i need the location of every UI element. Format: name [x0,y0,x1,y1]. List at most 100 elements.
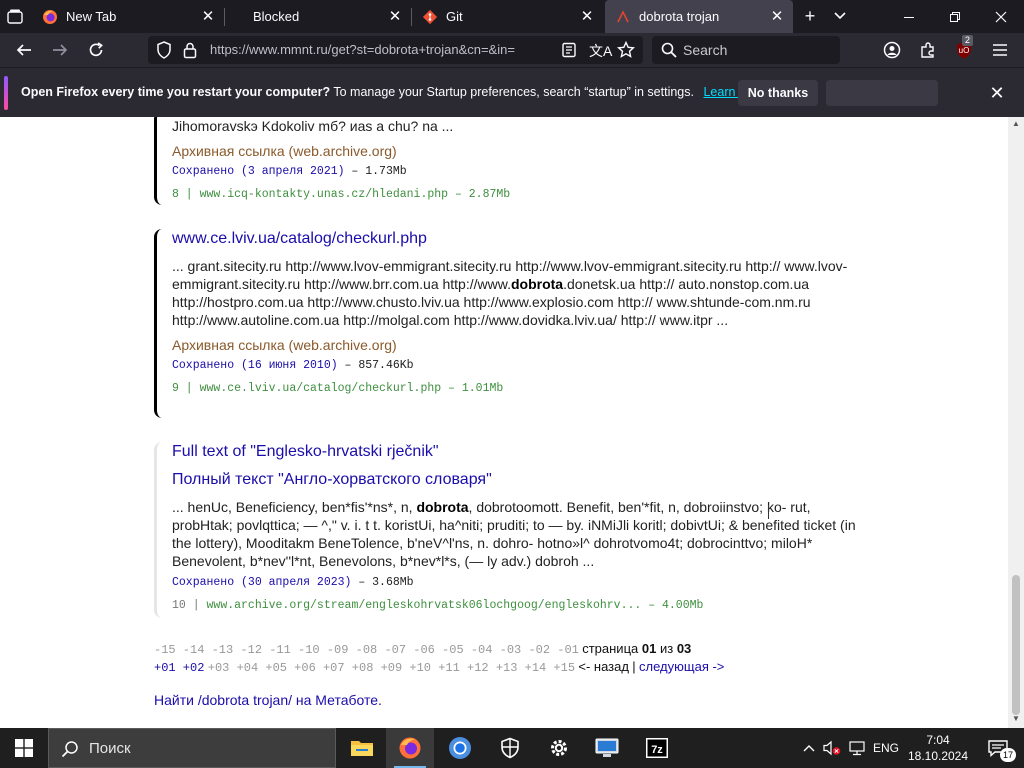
result-url-size: – 2.87Mb [448,188,511,201]
pager-next-far-pages[interactable]: +03 +04 +05 +06 +07 +08 +09 +10 +11 +12 … [208,661,575,675]
network-icon[interactable] [845,728,869,768]
account-icon[interactable] [880,38,904,62]
search-result: www.ce.lviv.ua/catalog/checkurl.php ... … [154,229,864,418]
forward-arrow-icon[interactable] [48,38,72,62]
close-icon[interactable]: ✕ [200,9,216,24]
result-snippet: ... grant.sitecity.ru http://www.lvov-em… [172,258,848,328]
ublock-origin-icon[interactable]: uO 2 [952,35,976,62]
highlight: dobrota [510,276,564,292]
archive-link[interactable]: Архивная ссылка (web.archive.org) [172,141,864,161]
pager-next-link[interactable]: следующая -> [639,659,724,674]
speaker-muted-icon[interactable] [820,728,844,768]
pager-label: страница 01 из 03 [582,641,692,656]
notification-accent [4,76,8,110]
saved-copy-link[interactable]: Сохранено (30 апреля 2023) [172,576,351,589]
result-url-link[interactable]: www.ce.lviv.ua/catalog/checkurl.php [200,382,442,395]
scroll-up-arrow-icon[interactable]: ▲ [1008,119,1024,128]
text-cursor-icon [768,505,770,519]
tracking-protection-shield-icon[interactable] [156,41,172,64]
url-text[interactable]: https://www.mmnt.ru/get?st=dobrota+troja… [210,42,556,57]
menu-hamburger-icon[interactable] [988,38,1012,62]
close-icon[interactable]: ✕ [769,9,785,24]
tab-title: New Tab [66,9,117,24]
extensions-puzzle-icon[interactable] [916,38,940,62]
url-bar[interactable]: https://www.mmnt.ru/get?st=dobrota+troja… [148,36,643,64]
tab-new-tab[interactable]: New Tab ✕ [32,0,224,33]
action-center-icon[interactable]: 17 [978,728,1018,768]
tab-groups-icon[interactable] [4,6,26,28]
saved-copy-link[interactable]: Сохранено (16 июня 2010) [172,359,338,372]
result-snippet: Jihomoravskэ Kdokoliv mб? иas a chu? na … [172,118,454,134]
result-title-link[interactable]: www.ce.lviv.ua/catalog/checkurl.php [172,229,864,249]
list-all-tabs-chevron-icon[interactable] [828,5,852,27]
input-language-indicator[interactable]: ENG [870,728,902,768]
window-close-icon[interactable] [978,0,1024,33]
notification-message: Open Firefox every time you restart your… [21,85,767,99]
new-tab-plus-icon[interactable]: + [798,5,822,27]
restore-icon[interactable] [932,0,978,33]
tab-title: Git [446,9,463,24]
reload-icon[interactable] [84,38,108,62]
svg-text:uO: uO [959,46,970,55]
no-thanks-button[interactable]: No thanks [738,80,818,106]
translate-icon[interactable]: 文A [589,41,612,61]
result-meta: Сохранено (30 апреля 2023) – 3.68Mb [172,574,864,592]
result-title-ru-link[interactable]: Полный текст "Англо-хорватского словаря" [172,470,864,490]
result-number: 9 | [172,382,200,395]
chevron-up-icon[interactable] [798,728,820,768]
clock-time: 7:04 [926,733,950,747]
search-bar[interactable]: Search [652,36,840,64]
notification-secondary-button[interactable] [826,80,938,106]
security-shield-icon[interactable] [486,728,534,768]
clock-date: 18.10.2024 [907,749,969,763]
result-url-line: 8 | www.icq-kontakty.unas.cz/hledani.php… [172,186,864,204]
total-pages: 03 [676,641,692,656]
saved-copy-link[interactable]: Сохранено (3 апреля 2021) [172,165,345,178]
result-url-size: – 1.01Mb [441,382,504,395]
saved-size: – 857.46Kb [337,359,414,372]
windows-start-icon[interactable] [0,728,48,768]
lock-icon[interactable] [183,41,197,64]
result-url-link[interactable]: www.icq-kontakty.unas.cz/hledani.php [200,188,448,201]
pager-previous-pages[interactable]: -15 -14 -13 -12 -11 -10 -09 -08 -07 -06 … [154,643,579,657]
tab-dobrota-trojan[interactable]: dobrota trojan ✕ [605,0,793,33]
bookmark-star-icon[interactable] [616,40,636,64]
file-explorer-icon[interactable] [338,728,386,768]
reader-view-icon[interactable] [561,42,577,63]
close-icon[interactable]: ✕ [387,9,403,24]
tab-blocked[interactable]: Blocked ✕ [225,0,411,33]
git-icon [422,9,438,25]
pager-previous-row: -15 -14 -13 -12 -11 -10 -09 -08 -07 -06 … [154,641,691,658]
close-icon[interactable]: ✕ [984,80,1010,106]
current-page: 01 [641,641,657,656]
taskbar-search-box[interactable]: Поиск [48,728,336,768]
result-title-link[interactable]: Full text of "Englesko-hrvatski rječnik" [172,442,864,462]
minimize-icon[interactable] [886,0,932,33]
startup-notification-bar: Open Firefox every time you restart your… [0,67,1024,117]
back-arrow-icon[interactable] [12,38,36,62]
mmnt-icon [615,9,631,25]
saved-size: – 1.73Mb [344,165,407,178]
pager-separator: | [632,659,636,674]
close-icon[interactable]: ✕ [579,9,595,24]
windows-taskbar: Поиск 7z ENG 7:04 18.10.2024 17 [0,728,1024,768]
archive-link[interactable]: Архивная ссылка (web.archive.org) [172,335,864,355]
vertical-scrollbar[interactable]: ▲ ▼ [1008,117,1024,728]
pager-next-row: +01 +02 +03 +04 +05 +06 +07 +08 +09 +10 … [154,659,724,676]
remote-desktop-icon[interactable] [583,728,631,768]
7zip-icon[interactable]: 7z [633,728,681,768]
scrollbar-thumb[interactable] [1012,575,1020,715]
chromium-icon[interactable] [436,728,484,768]
result-url-link[interactable]: www.archive.org/stream/engleskohrvatsk06… [207,599,642,612]
scroll-down-arrow-icon[interactable]: ▼ [1008,714,1024,723]
firefox-icon[interactable] [386,728,434,768]
tab-git[interactable]: Git ✕ [412,0,603,33]
tab-strip: New Tab ✕ Blocked ✕ Git ✕ dobrota trojan… [0,0,1024,33]
notification-bold-text: Open Firefox every time you restart your… [21,85,331,99]
settings-gear-icon[interactable] [535,728,583,768]
metabot-search-link[interactable]: Найти /dobrota trojan/ на Метаботе. [154,692,382,708]
pager-next-near-pages[interactable]: +01 +02 [154,661,204,675]
search-result: Full text of "Englesko-hrvatski rječnik"… [154,442,864,618]
notification-count-badge: 17 [1000,748,1016,762]
clock[interactable]: 7:04 18.10.2024 [900,732,976,764]
